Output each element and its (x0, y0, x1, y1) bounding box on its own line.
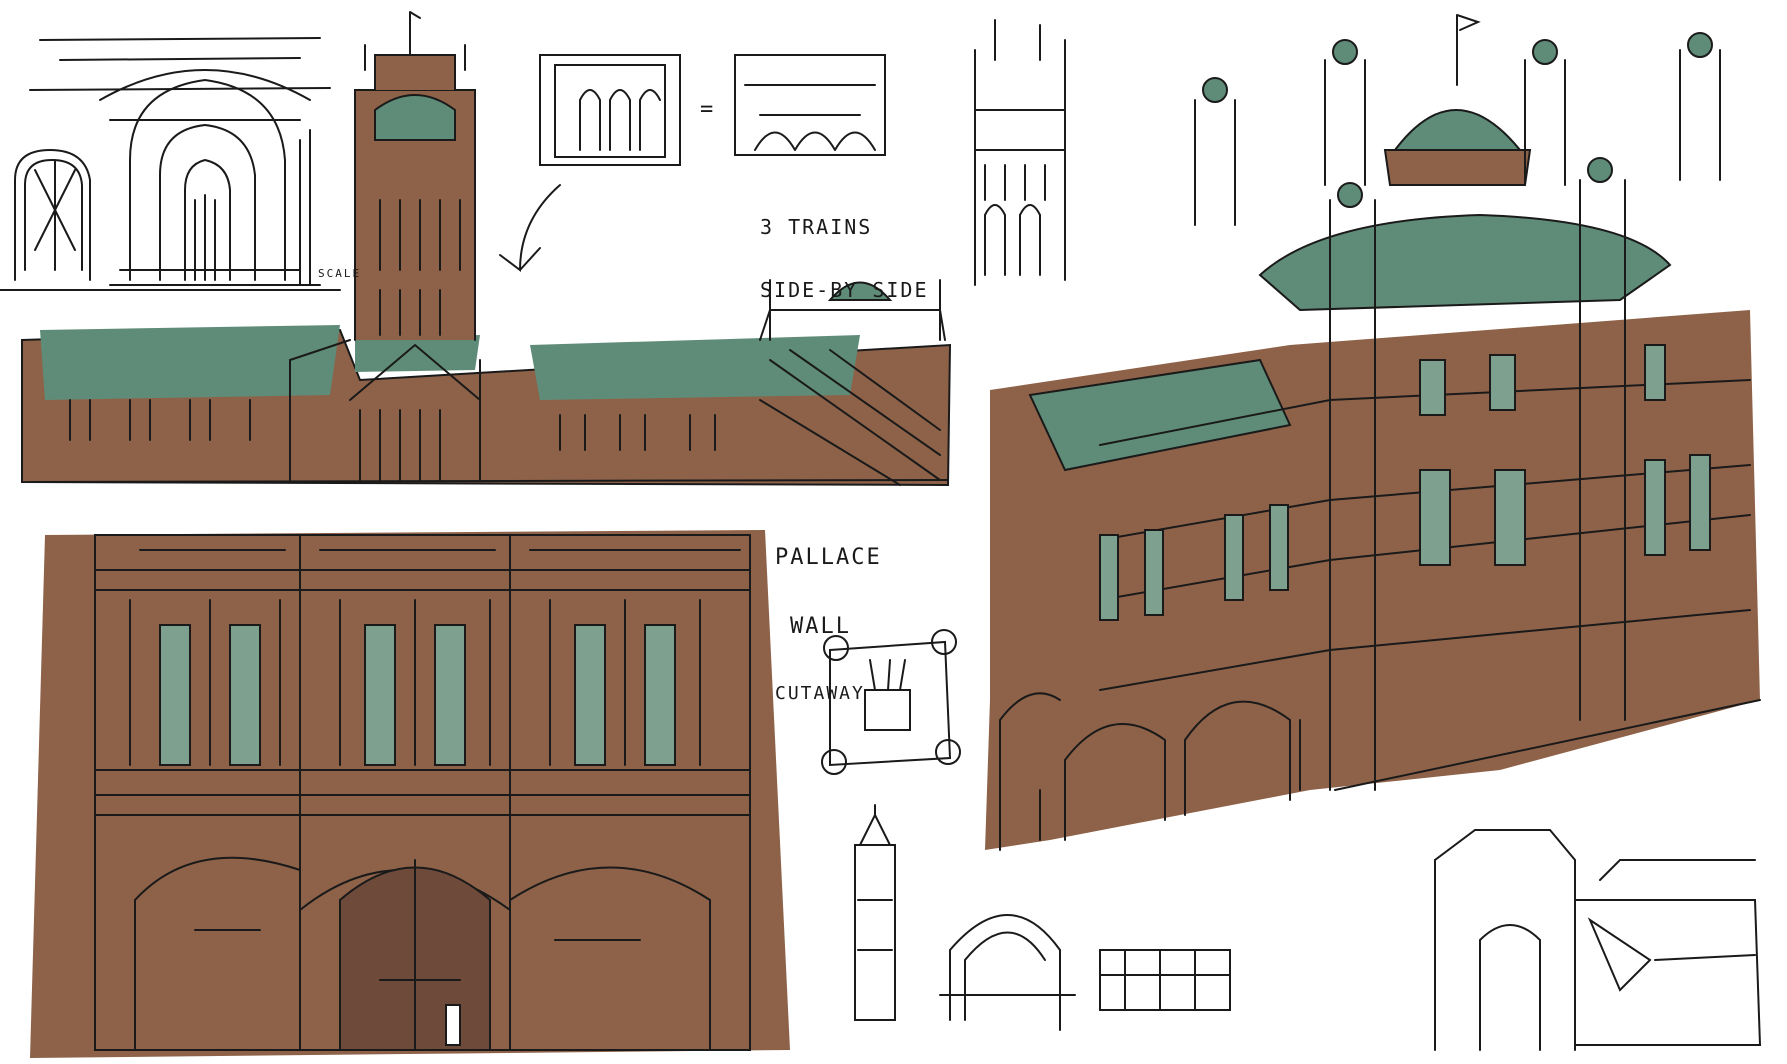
annotation-cutaway-line: CUTAWAY (775, 682, 865, 704)
annotation-equals: = (700, 97, 716, 122)
arch-sketch (939, 914, 1076, 1031)
turret-sketch (854, 804, 896, 1021)
tower-window-sketch (974, 19, 1066, 286)
gothic-interior-sketch (0, 37, 341, 291)
annotation-three-trains: 3 TRAINS SIDE-BY SIDE (760, 175, 929, 322)
concept-sketch-sheet: 3 TRAINS SIDE-BY SIDE = PALLACE WALL CUT… (0, 0, 1787, 1064)
annotation-palace-line: PALLACE (775, 545, 882, 571)
sketch-drawing (0, 11, 1762, 1058)
domed-building (985, 14, 1761, 851)
annotation-three-trains-line1: 3 TRAINS (760, 215, 873, 239)
annotation-three-trains-line2: SIDE-BY SIDE (760, 278, 929, 302)
wall-cutaway (30, 530, 790, 1058)
gatehouse-sketch (1434, 829, 1762, 1051)
annotation-palace-wall-cutaway: PALLACE WALL CUTAWAY (775, 500, 882, 727)
small-building-sketch (1099, 949, 1231, 1011)
annotation-wall-line: WALL (790, 614, 851, 640)
annotation-scale: SCALE (318, 267, 362, 280)
